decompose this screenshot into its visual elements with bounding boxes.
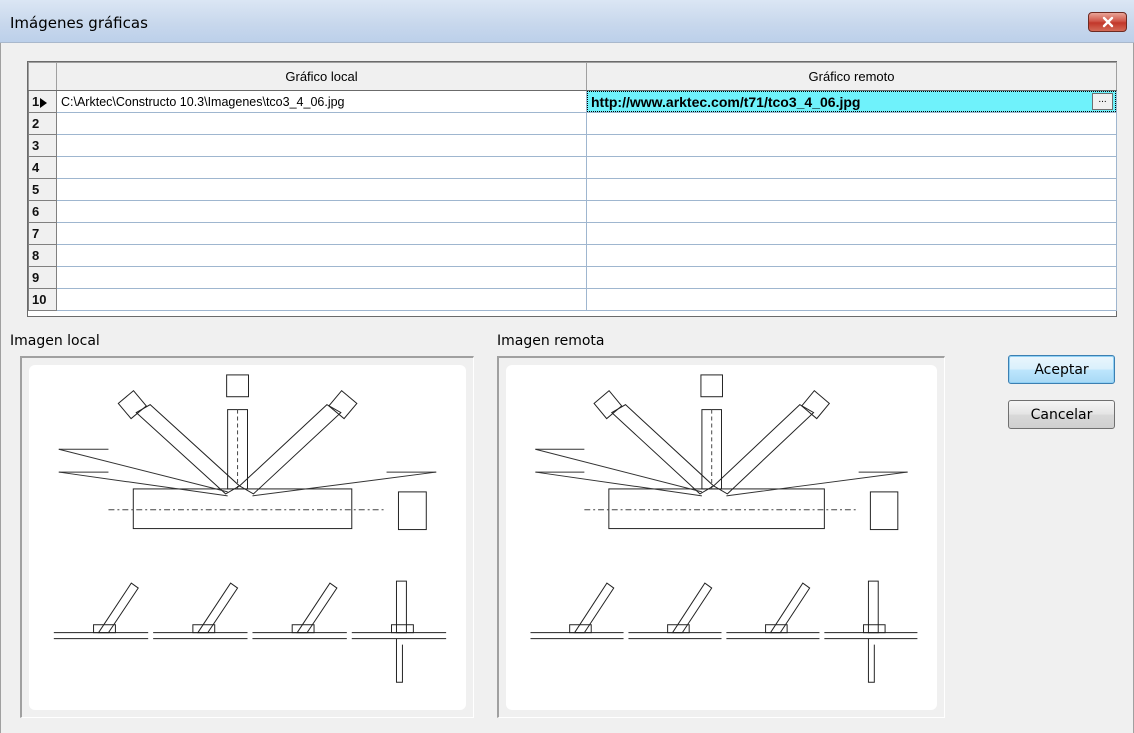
cancel-button[interactable]: Cancelar xyxy=(1008,400,1115,429)
row-number-label: 1 xyxy=(32,94,40,109)
table-row[interactable]: 7 xyxy=(28,222,1117,245)
row-number[interactable]: 6 xyxy=(28,200,57,223)
structure-drawing-remote xyxy=(530,374,918,683)
row-number[interactable]: 10 xyxy=(28,288,57,311)
row-number[interactable]: 7 xyxy=(28,222,57,245)
row-number[interactable]: 8 xyxy=(28,244,57,267)
left-diagonal xyxy=(135,404,241,495)
row-number[interactable]: 2 xyxy=(28,112,57,135)
table-row[interactable]: 2 xyxy=(28,112,1117,135)
row-number-label: 3 xyxy=(32,138,40,153)
local-graphic-cell[interactable] xyxy=(56,244,587,267)
local-graphic-cell[interactable] xyxy=(56,288,587,311)
remote-graphic-cell[interactable] xyxy=(586,266,1117,289)
close-icon xyxy=(1102,16,1113,28)
remote-graphic-cell[interactable] xyxy=(586,222,1117,245)
row-number-label: 10 xyxy=(32,292,47,307)
table-row[interactable]: 6 xyxy=(28,200,1117,223)
local-graphic-cell[interactable] xyxy=(56,134,587,157)
row-number[interactable]: 3 xyxy=(28,134,57,157)
vertical-member xyxy=(227,409,248,490)
close-button[interactable] xyxy=(1088,12,1127,32)
local-graphic-cell[interactable] xyxy=(56,156,587,179)
row-number[interactable]: 4 xyxy=(28,156,57,179)
row-number-label: 2 xyxy=(32,116,40,131)
remote-graphic-cell[interactable] xyxy=(586,288,1117,311)
row-number-label: 6 xyxy=(32,204,40,219)
local-image xyxy=(29,365,466,710)
row-number[interactable]: 9 xyxy=(28,266,57,289)
table-row[interactable]: 1 C:\Arktec\Constructo 10.3\Imagenes\tco3… xyxy=(28,90,1117,113)
grid-corner xyxy=(28,62,57,91)
remote-graphic-cell[interactable]: http://www.arktec.com/t71/tco3_4_06.jpg.… xyxy=(586,90,1117,113)
table-row[interactable]: 9 xyxy=(28,266,1117,289)
section-detail xyxy=(397,491,427,531)
remote-image xyxy=(506,365,937,710)
right-detail xyxy=(801,389,831,420)
browse-ellipsis-button[interactable]: ... xyxy=(1092,93,1113,110)
top-detail xyxy=(226,374,249,398)
beam-shape xyxy=(608,488,825,530)
row-number[interactable]: 1 xyxy=(28,90,57,113)
local-graphic-cell[interactable] xyxy=(56,266,587,289)
row-number-label: 5 xyxy=(32,182,40,197)
title-bar: Imágenes gráficas xyxy=(0,0,1134,43)
remote-graphic-cell[interactable] xyxy=(586,200,1117,223)
remote-graphic-cell[interactable] xyxy=(586,244,1117,267)
local-image-frame xyxy=(20,356,474,718)
accept-button[interactable]: Aceptar xyxy=(1008,355,1115,384)
table-row[interactable]: 8 xyxy=(28,244,1117,267)
local-image-label: Imagen local xyxy=(10,333,100,349)
table-row[interactable]: 4 xyxy=(28,156,1117,179)
remote-graphic-cell[interactable] xyxy=(586,134,1117,157)
remote-image-label: Imagen remota xyxy=(497,333,605,349)
left-detail xyxy=(117,389,147,420)
right-detail xyxy=(328,389,358,420)
remote-graphic-cell[interactable] xyxy=(586,156,1117,179)
top-detail xyxy=(700,374,723,398)
local-graphic-cell[interactable] xyxy=(56,200,587,223)
local-graphic-cell[interactable]: C:\Arktec\Constructo 10.3\Imagenes\tco3_… xyxy=(56,90,587,113)
remote-graphic-cell[interactable] xyxy=(586,178,1117,201)
column-header-remote[interactable]: Gráfico remoto xyxy=(586,62,1117,91)
remote-graphic-cell[interactable] xyxy=(586,112,1117,135)
table-row[interactable]: 10 xyxy=(28,288,1117,311)
remote-graphic-editor[interactable]: http://www.arktec.com/t71/tco3_4_06.jpg xyxy=(587,91,1116,112)
row-number-label: 7 xyxy=(32,226,40,241)
local-graphic-cell[interactable] xyxy=(56,178,587,201)
current-row-arrow-icon xyxy=(40,97,48,108)
local-graphic-cell[interactable] xyxy=(56,222,587,245)
beam-shape xyxy=(132,488,353,530)
images-grid[interactable]: Gráfico local Gráfico remoto 1 C:\Arktec\… xyxy=(27,61,1117,317)
table-row[interactable]: 5 xyxy=(28,178,1117,201)
column-header-local[interactable]: Gráfico local xyxy=(56,62,587,91)
left-detail xyxy=(593,389,623,420)
structure-drawing-local xyxy=(53,374,447,683)
row-number-label: 4 xyxy=(32,160,40,175)
right-diagonal xyxy=(712,404,815,495)
table-row[interactable]: 3 xyxy=(28,134,1117,157)
right-diagonal xyxy=(238,404,342,495)
window-title: Imágenes gráficas xyxy=(10,14,148,32)
row-number[interactable]: 5 xyxy=(28,178,57,201)
row-number-label: 9 xyxy=(32,270,40,285)
section-detail xyxy=(869,491,899,531)
remote-image-frame xyxy=(497,356,945,718)
images-table: Gráfico local Gráfico remoto 1 C:\Arktec\… xyxy=(28,62,1117,311)
local-graphic-cell[interactable] xyxy=(56,112,587,135)
vertical-member xyxy=(701,409,722,490)
row-number-label: 8 xyxy=(32,248,40,263)
left-diagonal xyxy=(610,404,715,495)
